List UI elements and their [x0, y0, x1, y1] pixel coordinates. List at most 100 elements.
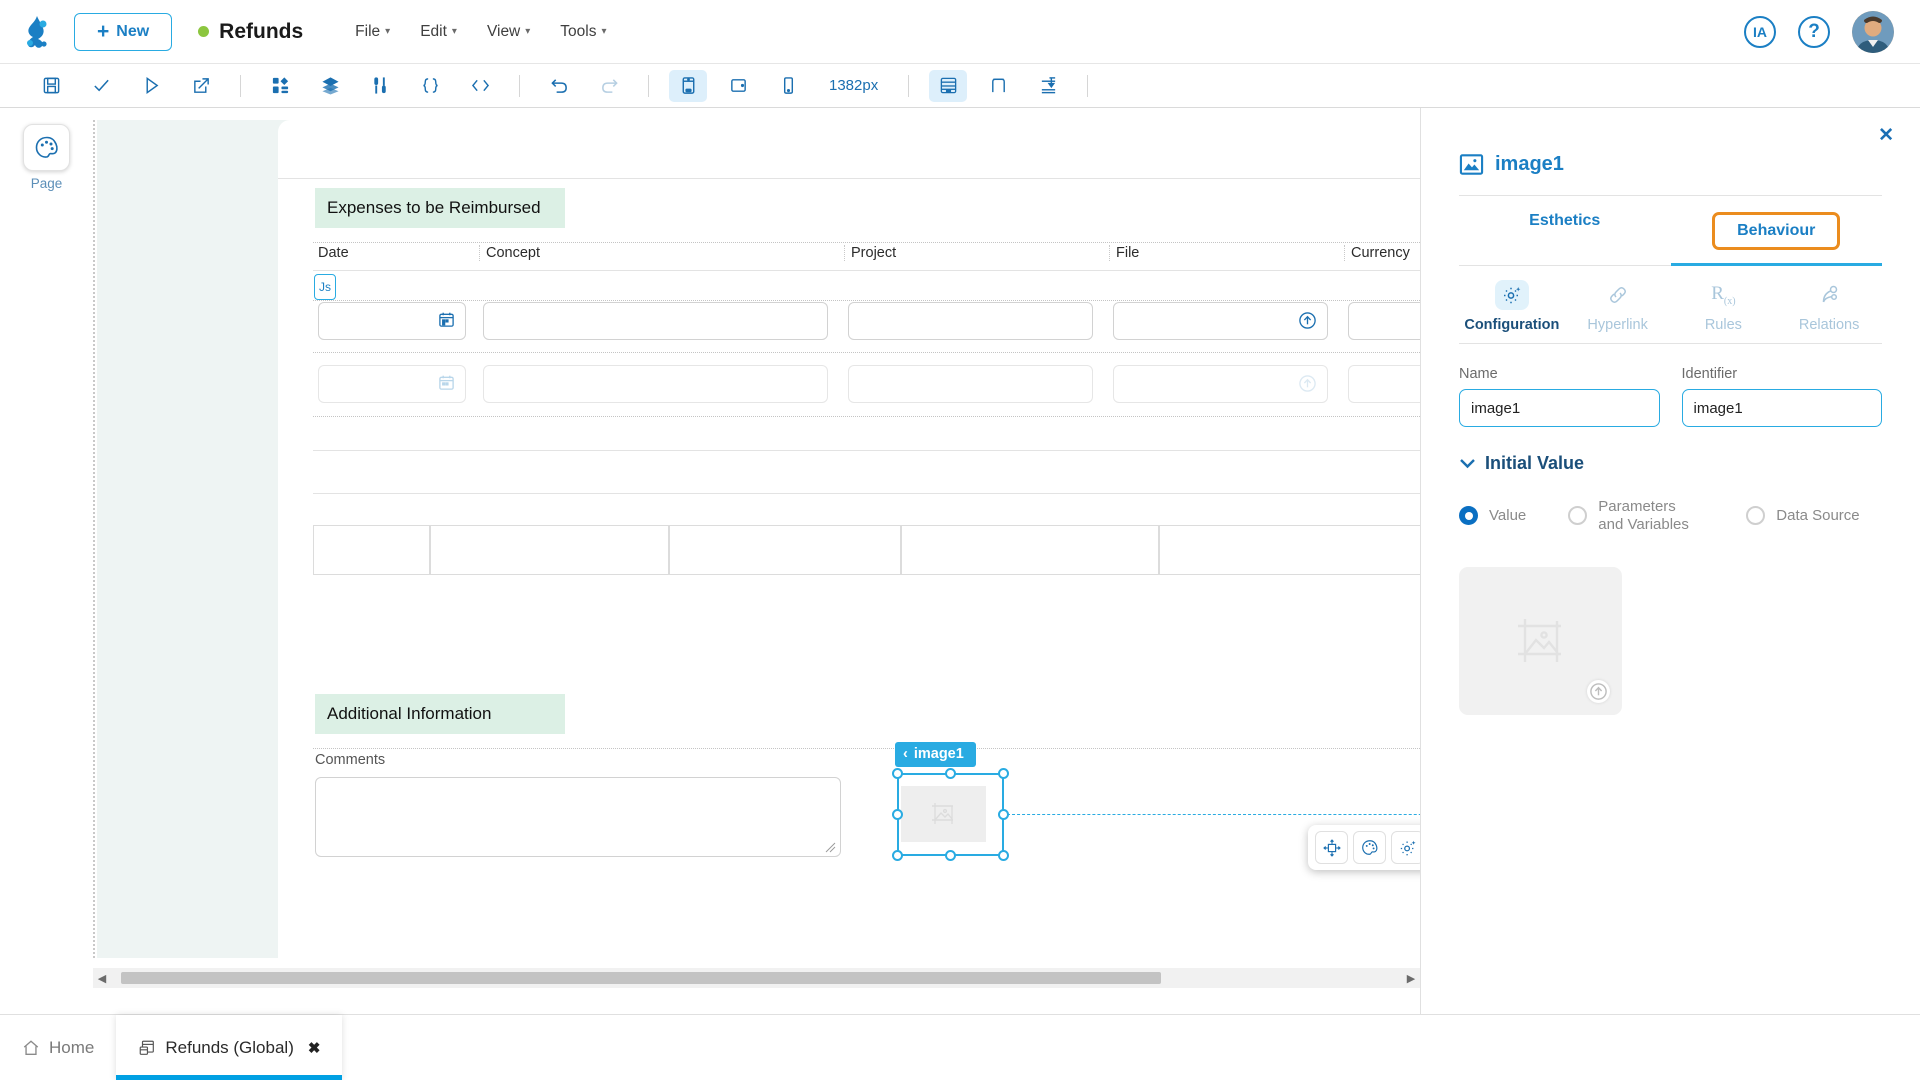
grid-cell-3[interactable]: [669, 525, 901, 575]
field-currency-row1[interactable]: [1348, 302, 1420, 340]
menu-file[interactable]: File ▾: [355, 23, 390, 41]
calendar-icon[interactable]: [438, 311, 455, 328]
scrollbar-thumb[interactable]: [121, 972, 1161, 984]
viewport-width-label[interactable]: 1382px: [829, 77, 878, 94]
initial-value-section-toggle[interactable]: Initial Value: [1459, 453, 1882, 474]
js-badge[interactable]: Js: [314, 274, 336, 300]
avatar[interactable]: [1852, 11, 1894, 53]
panel-element-name: image1: [1495, 153, 1564, 176]
menu-tools[interactable]: Tools ▾: [560, 23, 606, 41]
horizontal-scrollbar[interactable]: ◀ ▶: [93, 968, 1420, 988]
app-logo[interactable]: [0, 12, 74, 52]
subtab-rules[interactable]: R(x) Rules: [1671, 280, 1777, 333]
design-canvas[interactable]: Expenses to be Reimbursed Date Concept P…: [93, 108, 1420, 1014]
tablet-view-icon[interactable]: [719, 70, 757, 102]
upload-icon[interactable]: [1298, 311, 1317, 330]
radio-option-value[interactable]: Value: [1459, 506, 1526, 525]
bottom-tab-refunds[interactable]: Refunds (Global) ✖: [116, 1015, 342, 1080]
upload-icon[interactable]: [1587, 680, 1610, 703]
undo-icon[interactable]: [540, 70, 578, 102]
resize-handle-n[interactable]: [945, 768, 956, 779]
redo-icon[interactable]: [590, 70, 628, 102]
radio-datasource-indicator[interactable]: [1746, 506, 1765, 525]
help-button[interactable]: ?: [1798, 16, 1830, 48]
grid-cell-5[interactable]: [1159, 525, 1420, 575]
container-icon[interactable]: [979, 70, 1017, 102]
check-icon[interactable]: [82, 70, 120, 102]
menu-view[interactable]: View ▾: [487, 23, 530, 41]
field-project-row1[interactable]: [848, 302, 1093, 340]
resize-handle-e[interactable]: [998, 809, 1009, 820]
element-toolbar[interactable]: R(x): [1308, 825, 1420, 870]
components-icon[interactable]: [261, 70, 299, 102]
resize-handle-ne[interactable]: [998, 768, 1009, 779]
code-icon[interactable]: [461, 70, 499, 102]
bottom-tab-home[interactable]: Home: [0, 1015, 116, 1080]
field-concept-row2[interactable]: [483, 365, 828, 403]
calendar-icon[interactable]: [438, 374, 455, 391]
tab-behaviour[interactable]: Behaviour: [1671, 196, 1883, 266]
upload-icon[interactable]: [1298, 374, 1317, 393]
radio-value-indicator[interactable]: [1459, 506, 1478, 525]
new-button[interactable]: + New: [74, 13, 172, 51]
comments-textarea[interactable]: [315, 777, 841, 857]
gear-sparkle-icon: [1495, 280, 1529, 310]
toolbar-divider: [1087, 75, 1088, 97]
layers-icon[interactable]: [311, 70, 349, 102]
grid-cell-4[interactable]: [901, 525, 1159, 575]
field-file-row1[interactable]: [1113, 302, 1328, 340]
resize-handle-sw[interactable]: [892, 850, 903, 861]
field-concept-row1[interactable]: [483, 302, 828, 340]
identifier-input[interactable]: [1682, 389, 1883, 427]
run-icon[interactable]: [132, 70, 170, 102]
resize-handle-nw[interactable]: [892, 768, 903, 779]
section-title-expenses[interactable]: Expenses to be Reimbursed: [315, 188, 565, 228]
close-icon[interactable]: ✖: [308, 1039, 321, 1057]
selection-label[interactable]: ‹ image1: [895, 742, 976, 767]
resize-handle-s[interactable]: [945, 850, 956, 861]
page-surface[interactable]: Expenses to be Reimbursed Date Concept P…: [278, 120, 1420, 958]
scroll-left-arrow[interactable]: ◀: [93, 972, 111, 985]
field-file-row2[interactable]: [1113, 365, 1328, 403]
field-date-row2[interactable]: [318, 365, 466, 403]
save-icon[interactable]: [32, 70, 70, 102]
field-project-row2[interactable]: [848, 365, 1093, 403]
radio-option-parameters-and-variables[interactable]: Parameters and Variables: [1568, 498, 1704, 533]
deploy-icon[interactable]: [182, 70, 220, 102]
menu-edit[interactable]: Edit ▾: [420, 23, 457, 41]
resize-grip-icon[interactable]: [825, 842, 837, 854]
subtab-relations[interactable]: Relations: [1776, 280, 1882, 333]
palette-icon[interactable]: [1353, 831, 1386, 864]
scroll-right-arrow[interactable]: ▶: [1402, 972, 1420, 985]
grid-layout-icon[interactable]: [929, 70, 967, 102]
braces-icon[interactable]: [411, 70, 449, 102]
align-icon[interactable]: [1029, 70, 1067, 102]
radio-parameters-indicator[interactable]: [1568, 506, 1587, 525]
tab-esthetics[interactable]: Esthetics: [1459, 196, 1671, 266]
resize-handle-se[interactable]: [998, 850, 1009, 861]
ia-assistant-button[interactable]: IA: [1744, 16, 1776, 48]
mobile-view-icon[interactable]: [769, 70, 807, 102]
section-title-additional[interactable]: Additional Information: [315, 694, 565, 734]
chevron-left-icon[interactable]: ‹: [903, 746, 908, 762]
name-input[interactable]: [1459, 389, 1660, 427]
grid-cell-1[interactable]: [313, 525, 430, 575]
move-icon[interactable]: [1315, 831, 1348, 864]
radio-option-data-source[interactable]: Data Source: [1746, 506, 1859, 525]
selection-box[interactable]: [897, 773, 1004, 856]
toolbar-divider: [519, 75, 520, 97]
field-currency-row2[interactable]: [1348, 365, 1420, 403]
variables-icon[interactable]: [361, 70, 399, 102]
close-icon[interactable]: ✕: [1878, 124, 1894, 147]
resize-handle-w[interactable]: [892, 809, 903, 820]
top-bar: + New Refunds File ▾ Edit ▾ View ▾ Tools…: [0, 0, 1920, 64]
image-preview[interactable]: [1459, 567, 1622, 715]
gear-sparkle-icon[interactable]: [1391, 831, 1420, 864]
scrollbar-track[interactable]: [111, 972, 1402, 984]
subtab-configuration[interactable]: Configuration: [1459, 280, 1565, 333]
field-date-row1[interactable]: [318, 302, 466, 340]
palette-icon[interactable]: [23, 124, 70, 171]
desktop-view-icon[interactable]: [669, 70, 707, 102]
subtab-hyperlink[interactable]: Hyperlink: [1565, 280, 1671, 333]
grid-cell-2[interactable]: [430, 525, 669, 575]
